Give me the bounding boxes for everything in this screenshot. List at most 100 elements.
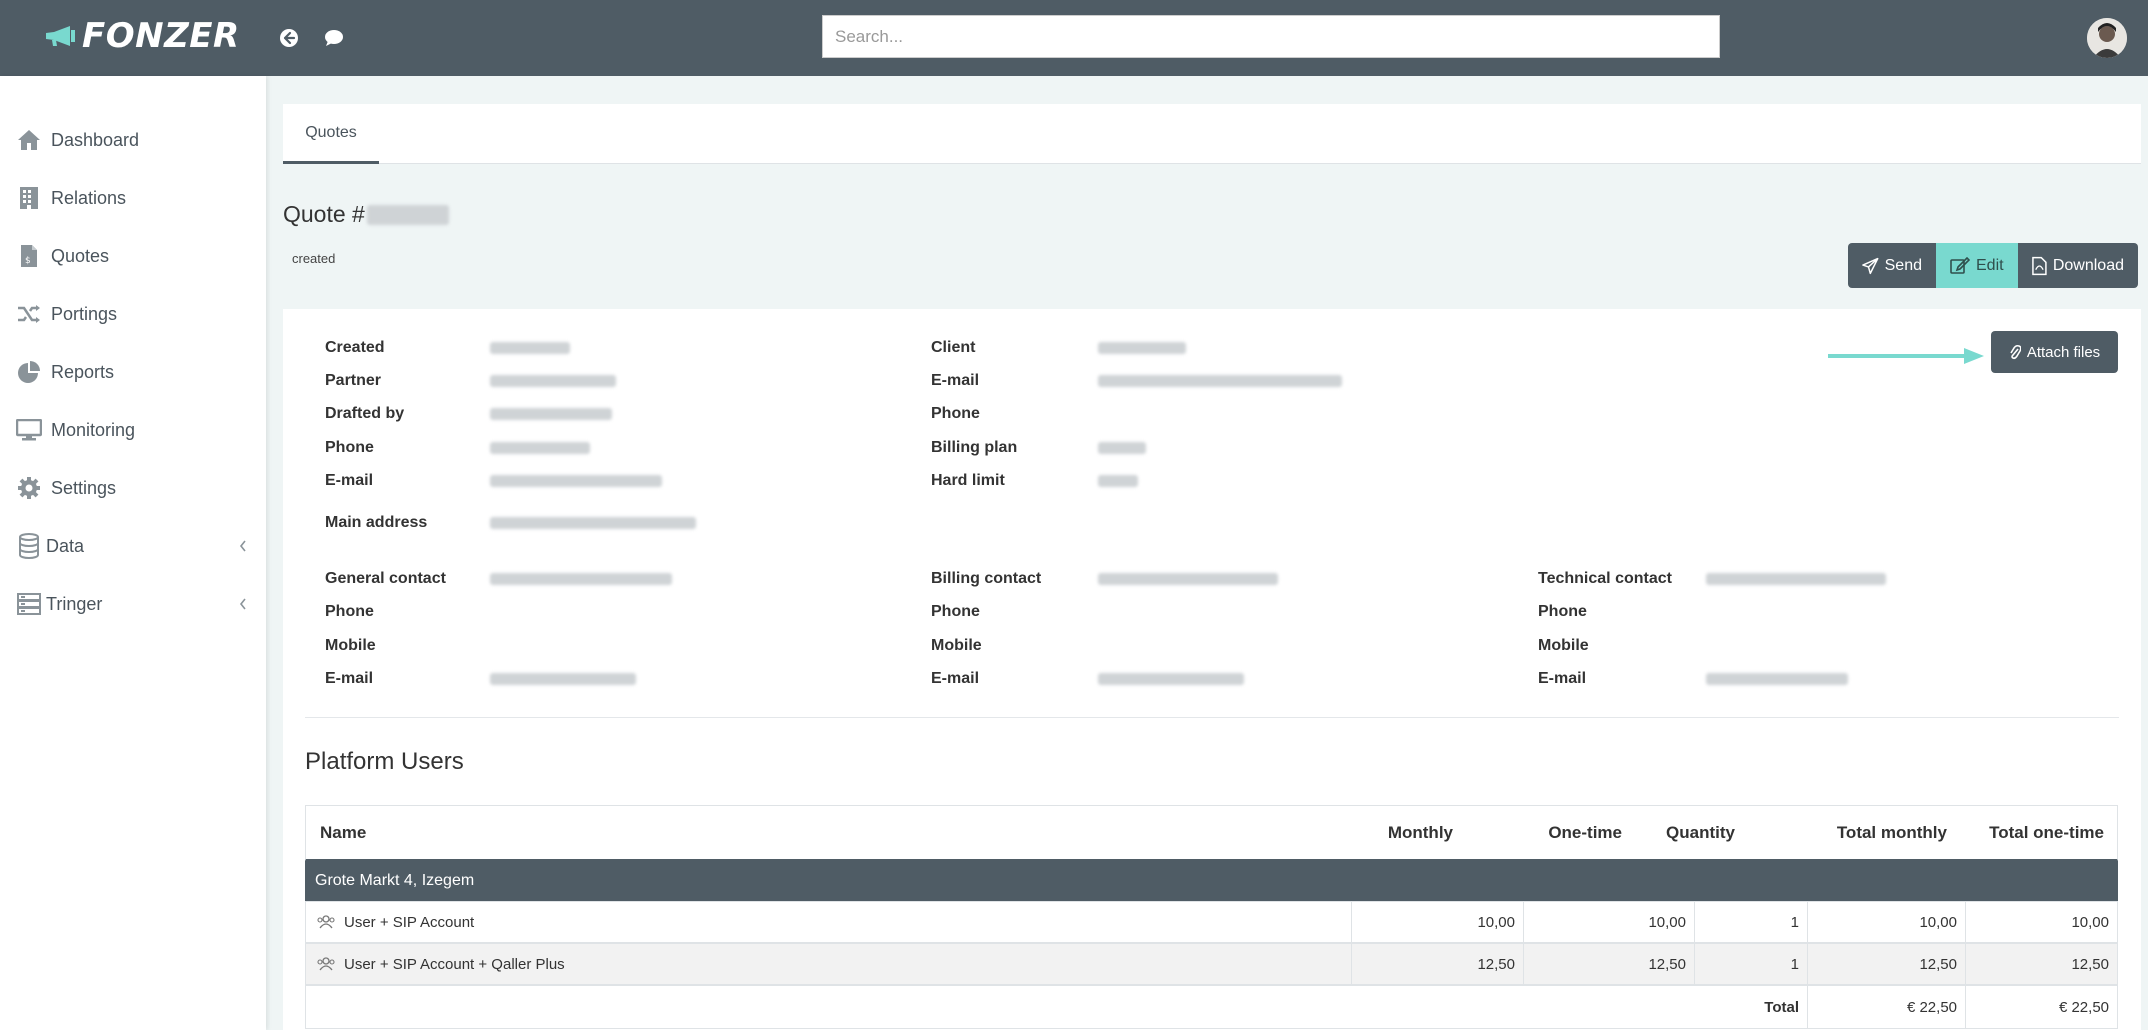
cell-one-time: 10,00 xyxy=(1524,902,1695,942)
cell-quantity: 1 xyxy=(1695,902,1808,942)
redacted-main-address-value xyxy=(490,517,696,529)
attach-files-button[interactable]: Attach files xyxy=(1991,331,2118,373)
sidebar-item-label: Portings xyxy=(51,303,118,324)
sidebar-item-quotes[interactable]: $ Quotes xyxy=(0,231,266,281)
cell-total-one-time: 12,50 xyxy=(2071,955,2109,973)
table-header: Name Monthly One-time Quantity Total mon… xyxy=(305,805,2118,861)
total-one-time: € 22,50 xyxy=(2058,998,2109,1016)
technical-phone-label: Phone xyxy=(1538,603,1587,620)
sidebar-item-relations[interactable]: Relations xyxy=(0,173,266,223)
client-label: Client xyxy=(931,339,976,356)
column-header-total-monthly[interactable]: Total monthly xyxy=(1837,823,1947,843)
building-icon xyxy=(16,185,42,211)
svg-text:$: $ xyxy=(25,256,31,266)
billing-contact-label: Billing contact xyxy=(931,570,1042,587)
billing-email-label: E-mail xyxy=(931,670,980,687)
total-label: Total xyxy=(1695,986,1808,1028)
billing-plan-label: Billing plan xyxy=(931,439,1018,456)
column-header-name[interactable]: Name xyxy=(320,823,366,843)
download-button[interactable]: Download xyxy=(2018,243,2138,288)
redacted-phone-value xyxy=(490,442,590,454)
cell-total-monthly: 12,50 xyxy=(1808,944,1966,984)
column-header-quantity[interactable]: Quantity xyxy=(1666,823,1735,843)
client-email-label: E-mail xyxy=(931,372,980,389)
database-icon xyxy=(16,533,42,559)
cell-total-monthly: 10,00 xyxy=(1808,902,1966,942)
users-icon xyxy=(316,957,336,971)
sidebar-item-label: Tringer xyxy=(46,593,103,614)
edit-label: Edit xyxy=(1976,256,2004,274)
general-mobile-label: Mobile xyxy=(325,637,376,654)
redacted-partner-value xyxy=(490,375,616,387)
partner-label: Partner xyxy=(325,372,382,389)
column-header-total-one-time[interactable]: Total one-time xyxy=(1989,823,2104,843)
sidebar-item-tringer[interactable]: Tringer xyxy=(0,579,266,629)
tab-quotes[interactable]: Quotes xyxy=(283,104,379,164)
general-phone-label: Phone xyxy=(325,603,374,620)
total-monthly: € 22,50 xyxy=(1808,986,1966,1028)
phone-label: Phone xyxy=(325,439,374,456)
arrow-circle-left-icon xyxy=(280,29,298,47)
sidebar-item-label: Settings xyxy=(51,477,117,498)
redacted-technical-email-value xyxy=(1706,673,1848,685)
technical-email-label: E-mail xyxy=(1538,670,1587,687)
tab-bar: Quotes xyxy=(283,104,2141,164)
cell-monthly: 10,00 xyxy=(1352,902,1524,942)
chevron-left-icon xyxy=(238,539,250,553)
page-title: Quote # xyxy=(283,201,449,228)
send-button[interactable]: Send xyxy=(1848,243,1936,288)
shuffle-icon xyxy=(16,301,42,327)
client-phone-label: Phone xyxy=(931,405,980,422)
redacted-general-email-value xyxy=(490,673,636,685)
redacted-billing-plan-value xyxy=(1098,442,1146,454)
home-icon xyxy=(16,127,42,153)
technical-mobile-label: Mobile xyxy=(1538,637,1589,654)
redacted-billing-contact-value xyxy=(1098,573,1278,585)
monitor-icon xyxy=(16,417,42,443)
sidebar-item-dashboard[interactable]: Dashboard xyxy=(0,115,266,165)
redacted-quote-number xyxy=(366,204,449,225)
back-button[interactable] xyxy=(275,24,303,52)
cell-monthly: 12,50 xyxy=(1352,944,1524,984)
edit-icon xyxy=(1950,256,1970,274)
quote-actions: Send Edit Download xyxy=(1848,243,2138,288)
chat-button[interactable] xyxy=(320,24,348,52)
redacted-technical-contact-value xyxy=(1706,573,1886,585)
send-label: Send xyxy=(1884,256,1922,274)
edit-button[interactable]: Edit xyxy=(1936,243,2018,288)
annotation-arrow-icon xyxy=(1828,348,1984,364)
hard-limit-label: Hard limit xyxy=(931,472,1005,489)
server-icon xyxy=(16,591,42,617)
user-type-name: User + SIP Account + Qaller Plus xyxy=(344,955,565,973)
sidebar-item-label: Relations xyxy=(51,187,127,208)
quote-title-prefix: Quote # xyxy=(283,201,365,227)
cell-one-time: 12,50 xyxy=(1524,944,1695,984)
top-bar: FONZER xyxy=(0,0,2148,76)
sidebar-item-monitoring[interactable]: Monitoring xyxy=(0,405,266,455)
created-label: Created xyxy=(325,339,385,356)
sidebar-item-settings[interactable]: Settings xyxy=(0,463,266,513)
total-row: Total € 22,50 € 22,50 xyxy=(305,985,2118,1029)
search-input[interactable] xyxy=(822,15,1720,58)
cell-quantity: 1 xyxy=(1695,944,1808,984)
billing-mobile-label: Mobile xyxy=(931,637,982,654)
section-divider xyxy=(305,717,2119,718)
gear-icon xyxy=(16,475,42,501)
user-type-name: User + SIP Account xyxy=(344,913,475,931)
fonzer-logo[interactable]: FONZER xyxy=(44,16,240,56)
table-row[interactable]: User + SIP Account + Qaller Plus 12,50 1… xyxy=(305,943,2118,985)
redacted-created-value xyxy=(490,342,570,354)
table-row[interactable]: User + SIP Account 10,00 10,00 1 10,00 1… xyxy=(305,901,2118,943)
file-pdf-icon xyxy=(2032,256,2047,275)
sidebar-item-reports[interactable]: Reports xyxy=(0,347,266,397)
column-header-one-time[interactable]: One-time xyxy=(1548,823,1622,843)
cell-total-one-time: 10,00 xyxy=(2071,913,2109,931)
billing-phone-label: Phone xyxy=(931,603,980,620)
sidebar-item-portings[interactable]: Portings xyxy=(0,289,266,339)
user-avatar[interactable] xyxy=(2087,18,2127,58)
sidebar-item-data[interactable]: Data xyxy=(0,521,266,571)
column-header-monthly[interactable]: Monthly xyxy=(1388,823,1453,843)
status-badge: created xyxy=(292,251,336,266)
technical-contact-label: Technical contact xyxy=(1538,570,1672,587)
redacted-billing-email-value xyxy=(1098,673,1244,685)
